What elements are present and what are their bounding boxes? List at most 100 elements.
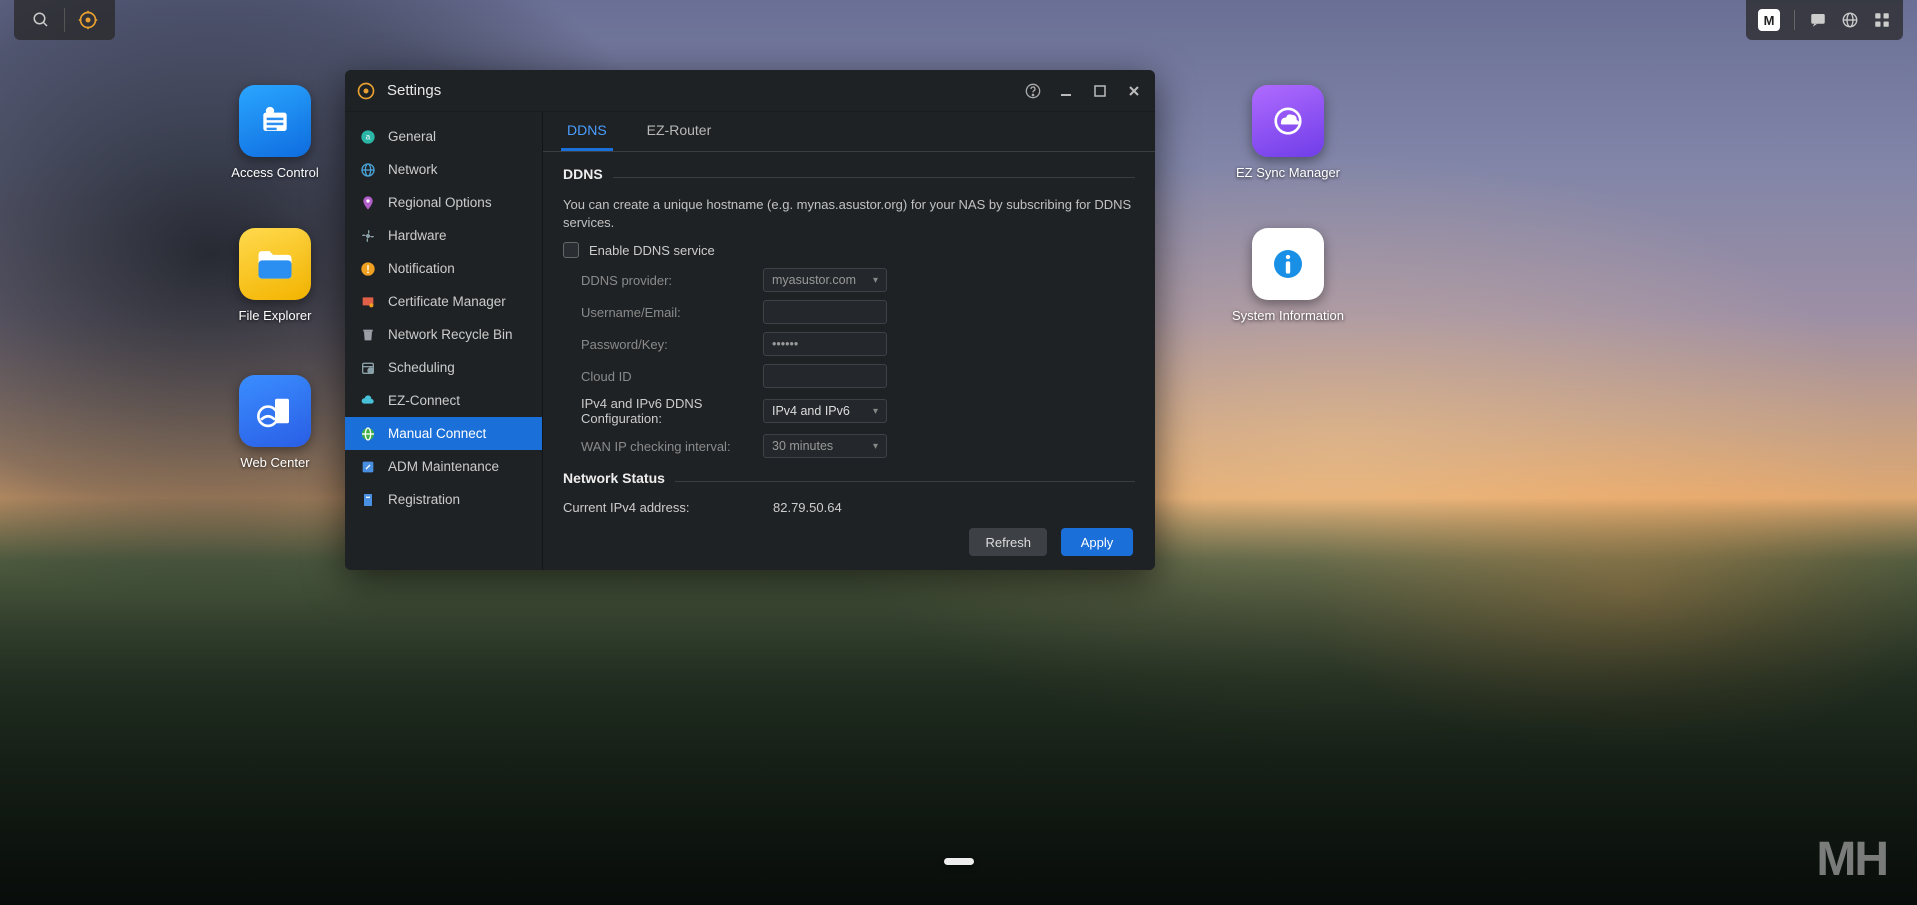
sidebar-item-registration[interactable]: Registration: [345, 483, 542, 516]
enable-ddns-checkbox[interactable]: [563, 242, 579, 258]
folder-icon: [239, 228, 311, 300]
chat-icon[interactable]: [1809, 11, 1827, 29]
divider-line: [675, 481, 1135, 482]
window-title: Settings: [387, 82, 1025, 99]
help-icon[interactable]: [1025, 83, 1043, 99]
gear-icon: [355, 80, 377, 102]
region-icon: [359, 194, 377, 212]
sidebar-item-notification[interactable]: Notification: [345, 252, 542, 285]
provider-label: DDNS provider:: [563, 273, 763, 288]
maximize-icon[interactable]: [1093, 84, 1111, 98]
interval-value: 30 minutes: [772, 439, 833, 453]
sidebar-item-label: Notification: [388, 261, 455, 276]
password-input[interactable]: ••••••: [763, 332, 887, 356]
username-input[interactable]: [763, 300, 887, 324]
ipconf-label: IPv4 and IPv6 DDNS Configuration:: [563, 396, 763, 426]
window-titlebar[interactable]: Settings: [345, 70, 1155, 112]
ipv4-label: Current IPv4 address:: [563, 500, 773, 514]
sidebar-item-label: Network Recycle Bin: [388, 327, 513, 342]
sidebar-item-label: Certificate Manager: [388, 294, 506, 309]
user-badge[interactable]: M: [1758, 9, 1780, 31]
register-icon: [359, 491, 377, 509]
sidebar-item-manual-connect[interactable]: Manual Connect: [345, 417, 542, 450]
sidebar-item-label: Hardware: [388, 228, 447, 243]
sidebar-item-general[interactable]: a General: [345, 120, 542, 153]
password-label: Password/Key:: [563, 337, 763, 352]
desktop-icon-file-explorer[interactable]: File Explorer: [215, 228, 335, 323]
tab-ez-router[interactable]: EZ-Router: [641, 122, 718, 151]
settings-content: DDNS EZ-Router DDNS You can create a uni…: [543, 112, 1155, 570]
trash-icon: [359, 326, 377, 344]
desktop-icon-ez-sync[interactable]: EZ Sync Manager: [1228, 85, 1348, 180]
cloudid-input[interactable]: [763, 364, 887, 388]
sidebar-item-label: Scheduling: [388, 360, 455, 375]
window-controls: [1025, 83, 1145, 99]
svg-text:a: a: [366, 132, 371, 141]
cloud-icon: [359, 392, 377, 410]
desktop-icon-label: Access Control: [231, 165, 318, 180]
sidebar-item-label: Registration: [388, 492, 460, 507]
divider-line: [613, 177, 1135, 178]
desktop-icon-label: File Explorer: [239, 308, 312, 323]
sidebar-item-label: Network: [388, 162, 438, 177]
sidebar-item-regional-options[interactable]: Regional Options: [345, 186, 542, 219]
tab-ddns[interactable]: DDNS: [561, 122, 613, 151]
tab-bar: DDNS EZ-Router: [543, 112, 1155, 152]
sidebar-item-label: Manual Connect: [388, 426, 486, 441]
widget-icon[interactable]: [1873, 11, 1891, 29]
general-icon: a: [359, 128, 377, 146]
wrench-icon: [359, 458, 377, 476]
brand-logo: MH: [1816, 832, 1887, 887]
sidebar-item-label: General: [388, 129, 436, 144]
search-icon[interactable]: [20, 0, 62, 40]
ipconf-select[interactable]: IPv4 and IPv6 ▾: [763, 399, 887, 423]
interval-select[interactable]: 30 minutes ▾: [763, 434, 887, 458]
fan-icon: [359, 227, 377, 245]
taskbar-right: M: [1746, 0, 1903, 40]
desktop: M Access Control File Explorer Web Cente…: [0, 0, 1917, 905]
provider-value: myasustor.com: [772, 273, 856, 287]
ipv4-value: 82.79.50.64: [773, 500, 842, 514]
desktop-icon-web-center[interactable]: Web Center: [215, 375, 335, 470]
desktop-icon-label: EZ Sync Manager: [1236, 165, 1340, 180]
username-label: Username/Email:: [563, 305, 763, 320]
ddns-description: You can create a unique hostname (e.g. m…: [563, 196, 1135, 232]
desktop-icon-access-control[interactable]: Access Control: [215, 85, 335, 180]
sidebar-item-scheduling[interactable]: Scheduling: [345, 351, 542, 384]
lock-card-icon: [239, 85, 311, 157]
sidebar-item-hardware[interactable]: Hardware: [345, 219, 542, 252]
cert-icon: [359, 293, 377, 311]
refresh-button[interactable]: Refresh: [969, 528, 1047, 556]
world-icon[interactable]: [1841, 11, 1859, 29]
desktop-icon-label: Web Center: [240, 455, 309, 470]
dock-indicator[interactable]: [944, 858, 974, 865]
network-status-title: Network Status: [563, 470, 665, 486]
settings-gear-icon[interactable]: [67, 0, 109, 40]
web-server-icon: [239, 375, 311, 447]
interval-label: WAN IP checking interval:: [563, 439, 763, 454]
divider: [1794, 10, 1795, 30]
minimize-icon[interactable]: [1059, 84, 1077, 98]
ddns-pane: DDNS You can create a unique hostname (e…: [543, 152, 1155, 514]
sidebar-item-ez-connect[interactable]: EZ-Connect: [345, 384, 542, 417]
ddns-section-title: DDNS: [563, 166, 603, 182]
sidebar-item-network-recycle-bin[interactable]: Network Recycle Bin: [345, 318, 542, 351]
settings-sidebar: a General Network Regional Options Hardware N…: [345, 112, 543, 570]
sidebar-item-label: ADM Maintenance: [388, 459, 499, 474]
desktop-icon-system-info[interactable]: System Information: [1228, 228, 1348, 323]
provider-select[interactable]: myasustor.com ▾: [763, 268, 887, 292]
sidebar-item-certificate-manager[interactable]: Certificate Manager: [345, 285, 542, 318]
schedule-icon: [359, 359, 377, 377]
close-icon[interactable]: [1127, 84, 1145, 98]
info-icon: [1252, 228, 1324, 300]
apply-button[interactable]: Apply: [1061, 528, 1133, 556]
window-footer: Refresh Apply: [543, 514, 1155, 570]
sidebar-item-network[interactable]: Network: [345, 153, 542, 186]
taskbar-divider: [64, 8, 65, 32]
desktop-icon-label: System Information: [1232, 308, 1344, 323]
taskbar-left: [14, 0, 115, 40]
sidebar-item-adm-maintenance[interactable]: ADM Maintenance: [345, 450, 542, 483]
globe-connect-icon: [359, 425, 377, 443]
settings-window: Settings a General Network Regional Options…: [345, 70, 1155, 570]
chevron-down-icon: ▾: [873, 275, 878, 286]
